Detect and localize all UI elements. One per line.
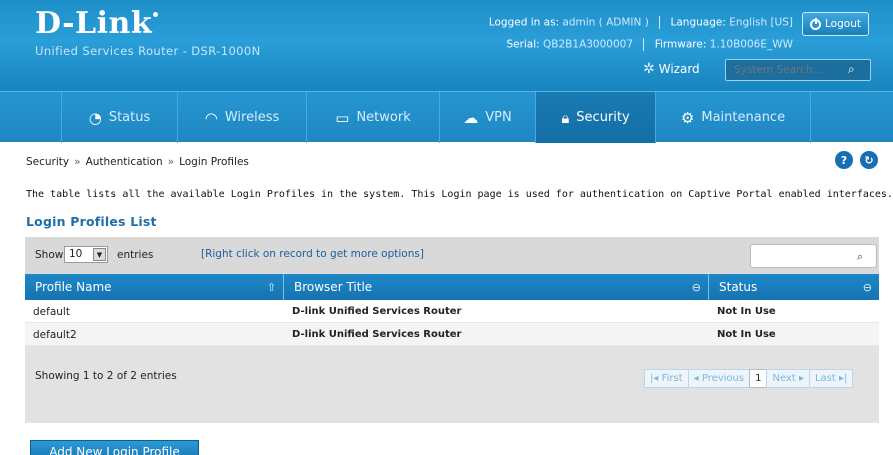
dlink-logo[interactable]: D-Link bbox=[35, 6, 159, 41]
sort-asc-icon: ⇧ bbox=[266, 280, 276, 294]
page-1-button[interactable]: 1 bbox=[749, 369, 768, 388]
language-selector[interactable]: English [US] bbox=[729, 17, 793, 29]
cloud-lock-icon: ☁ bbox=[463, 108, 479, 127]
breadcrumb-separator: » bbox=[74, 156, 81, 168]
first-label: First bbox=[661, 373, 683, 384]
nav-item-status[interactable]: ◔ Status bbox=[61, 92, 177, 143]
cell-browser-title: D-link Unified Services Router bbox=[292, 329, 462, 340]
help-icon: ? bbox=[840, 153, 848, 167]
add-login-profile-button[interactable]: Add New Login Profile bbox=[30, 440, 199, 455]
table-toolbar: Show 10 ▼ entries [Right click on record… bbox=[25, 237, 879, 274]
column-status[interactable]: Status ⊖ bbox=[709, 274, 879, 300]
page-title: Login Profiles List bbox=[26, 214, 157, 229]
breadcrumb-separator: » bbox=[167, 156, 175, 168]
next-page-button[interactable]: Next ▸ bbox=[766, 369, 810, 388]
logout-label: Logout bbox=[825, 18, 861, 30]
gear-icon: ⚙ bbox=[680, 108, 695, 127]
serial-value: QB2B1A3000007 bbox=[543, 38, 634, 51]
nav-label: Security bbox=[576, 110, 630, 125]
table-info: Showing 1 to 2 of 2 entries bbox=[35, 370, 177, 382]
last-page-button[interactable]: Last ▸| bbox=[808, 369, 854, 388]
header-banner: D-Link Unified Services Router - DSR-100… bbox=[0, 0, 893, 91]
entries-select[interactable]: 10 ▼ bbox=[64, 246, 108, 263]
table-header: Profile Name ⇧ Browser Title ⊖ Status ⊖ bbox=[25, 274, 879, 300]
next-label: Next bbox=[772, 373, 796, 384]
login-profiles-table: Show 10 ▼ entries [Right click on record… bbox=[25, 237, 879, 423]
show-label: Show bbox=[35, 249, 64, 261]
nav-label: Status bbox=[108, 110, 151, 125]
cell-status: Not In Use bbox=[717, 306, 776, 317]
session-info: Logged in as: admin ( ADMIN ) Language: … bbox=[489, 16, 793, 29]
column-label: Browser Title bbox=[294, 280, 373, 294]
main-nav: ◔ Status ◠ Wireless ▭ Network ☁ VPN 🔒︎ S… bbox=[0, 91, 893, 143]
lock-icon: 🔒︎ bbox=[561, 108, 570, 127]
chevron-down-icon: ▼ bbox=[93, 248, 106, 261]
help-button[interactable]: ? bbox=[835, 151, 853, 169]
cell-browser-title: D-link Unified Services Router bbox=[292, 306, 462, 317]
breadcrumb-login-profiles: Login Profiles bbox=[179, 156, 249, 168]
column-profile-name[interactable]: Profile Name ⇧ bbox=[25, 274, 284, 300]
sort-icon: ⊖ bbox=[691, 280, 701, 294]
wizard-link[interactable]: ✲ Wizard bbox=[643, 61, 700, 77]
nav-label: Network bbox=[356, 110, 411, 125]
refresh-icon: ↻ bbox=[864, 153, 874, 167]
wizard-label: Wizard bbox=[658, 62, 700, 76]
table-row[interactable]: default D-link Unified Services Router N… bbox=[25, 300, 879, 323]
previous-page-button[interactable]: ◂ Previous bbox=[687, 369, 751, 388]
device-info: Serial: QB2B1A3000007 Firmware: 1.10B006… bbox=[506, 38, 793, 51]
refresh-button[interactable]: ↻ bbox=[860, 151, 878, 169]
column-label: Profile Name bbox=[35, 280, 112, 294]
logout-button[interactable]: Logout bbox=[802, 12, 869, 36]
nav-label: VPN bbox=[485, 110, 512, 125]
entries-value: 10 bbox=[69, 248, 83, 260]
previous-label: Previous bbox=[701, 373, 745, 384]
table-row[interactable]: default2 D-link Unified Services Router … bbox=[25, 323, 879, 346]
nav-label: Maintenance bbox=[701, 110, 786, 125]
search-icon: ⌕ bbox=[857, 250, 864, 263]
nav-item-wireless[interactable]: ◠ Wireless bbox=[177, 92, 306, 143]
sort-icon: ⊖ bbox=[862, 280, 872, 294]
separator bbox=[643, 38, 645, 51]
last-label: Last bbox=[814, 373, 836, 384]
magic-wand-icon: ✲ bbox=[643, 61, 655, 77]
nav-item-maintenance[interactable]: ⚙ Maintenance bbox=[655, 92, 811, 143]
right-click-hint: [Right click on record to get more optio… bbox=[201, 248, 424, 260]
logged-in-user: admin ( ADMIN ) bbox=[562, 16, 649, 29]
cell-status: Not In Use bbox=[717, 329, 776, 340]
column-label: Status bbox=[719, 280, 758, 294]
cell-profile-name: default2 bbox=[33, 328, 77, 341]
page-description: The table lists all the available Login … bbox=[26, 189, 893, 200]
entries-label: entries bbox=[117, 249, 154, 261]
breadcrumb-security[interactable]: Security bbox=[26, 156, 69, 168]
serial-label: Serial: bbox=[506, 38, 540, 51]
gauge-icon: ◔ bbox=[88, 108, 102, 127]
nav-item-network[interactable]: ▭ Network bbox=[306, 92, 439, 143]
first-page-button[interactable]: |◂ First bbox=[644, 369, 689, 388]
power-icon bbox=[810, 17, 822, 30]
pagination: |◂ First ◂ Previous 1 Next ▸ Last ▸| bbox=[644, 369, 854, 388]
search-icon[interactable]: ⌕ bbox=[848, 62, 855, 77]
cell-profile-name: default bbox=[33, 305, 70, 318]
nav-item-security[interactable]: 🔒︎ Security bbox=[535, 92, 655, 143]
wifi-icon: ◠ bbox=[204, 108, 218, 127]
product-subtitle: Unified Services Router - DSR-1000N bbox=[35, 44, 261, 58]
column-browser-title[interactable]: Browser Title ⊖ bbox=[284, 274, 709, 300]
logged-in-label: Logged in as: bbox=[488, 16, 560, 29]
nav-label: Wireless bbox=[224, 110, 280, 125]
breadcrumb: Security » Authentication » Login Profiles bbox=[26, 156, 249, 168]
firmware-label: Firmware: bbox=[654, 38, 707, 51]
nav-item-vpn[interactable]: ☁ VPN bbox=[439, 92, 535, 143]
firmware-value: 1.10B006E_WW bbox=[709, 38, 793, 51]
separator bbox=[659, 16, 661, 29]
language-label: Language: bbox=[670, 16, 726, 29]
breadcrumb-authentication[interactable]: Authentication bbox=[86, 156, 163, 168]
monitor-icon: ▭ bbox=[335, 108, 350, 127]
